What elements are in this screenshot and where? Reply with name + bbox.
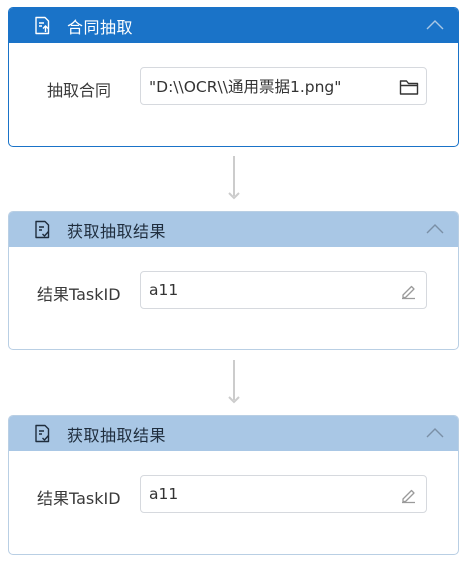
step-card-title: 获取抽取结果 xyxy=(67,425,167,445)
pencil-icon[interactable] xyxy=(398,484,420,506)
document-check-icon xyxy=(33,220,52,239)
pencil-icon[interactable] xyxy=(398,280,420,302)
task-id-input[interactable]: a11 xyxy=(140,475,427,513)
step-card-header[interactable]: 获取抽取结果 xyxy=(9,212,458,247)
field-label-task-id: 结果TaskID xyxy=(37,489,121,508)
document-check-icon xyxy=(33,424,52,443)
document-upload-icon xyxy=(33,16,52,35)
chevron-up-icon[interactable] xyxy=(424,221,446,237)
task-id-value: a11 xyxy=(149,281,179,299)
task-id-input[interactable]: a11 xyxy=(140,271,427,309)
step-card-title: 获取抽取结果 xyxy=(67,221,167,241)
folder-icon[interactable] xyxy=(398,76,420,98)
step-card-header[interactable]: 合同抽取 xyxy=(9,8,458,43)
contract-path-value: "D:\\OCR\\通用票据1.png" xyxy=(149,78,342,96)
task-id-value: a11 xyxy=(149,485,179,503)
field-label-task-id: 结果TaskID xyxy=(37,285,121,304)
contract-path-input[interactable]: "D:\\OCR\\通用票据1.png" xyxy=(140,67,427,105)
step-card-extract-contract[interactable]: 合同抽取 抽取合同 "D:\\OCR\\通用票据1.png" xyxy=(8,7,459,147)
chevron-up-icon[interactable] xyxy=(424,17,446,33)
chevron-up-icon[interactable] xyxy=(424,425,446,441)
flow-connector-arrow xyxy=(228,360,240,404)
step-card-get-result-1[interactable]: 获取抽取结果 结果TaskID a11 xyxy=(8,211,459,350)
step-card-header[interactable]: 获取抽取结果 xyxy=(9,416,458,451)
flow-connector-arrow xyxy=(228,156,240,200)
step-card-get-result-2[interactable]: 获取抽取结果 结果TaskID a11 xyxy=(8,415,459,555)
field-label-contract: 抽取合同 xyxy=(47,81,112,100)
step-card-title: 合同抽取 xyxy=(67,17,134,37)
